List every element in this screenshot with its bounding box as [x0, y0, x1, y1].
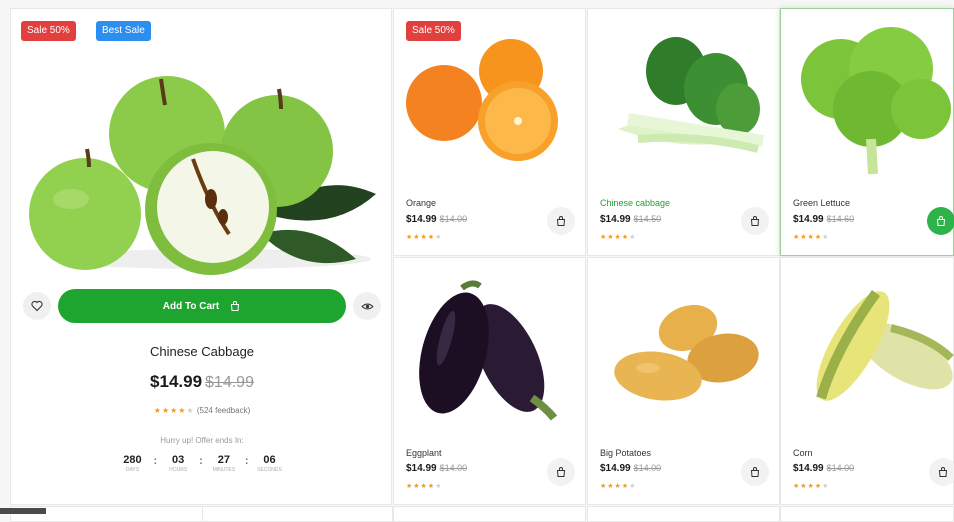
green-apples-image — [29, 76, 376, 275]
product-name[interactable]: Eggplant — [406, 448, 442, 458]
countdown-hours: 03 HOURS — [169, 454, 188, 473]
old-price: $14.99 — [205, 374, 254, 391]
add-to-cart-button[interactable]: Add To Cart — [58, 289, 346, 323]
product-price: $14.99 $14.00 — [406, 463, 468, 474]
star-rating: ★★★★★ — [793, 483, 830, 490]
featured-product-name[interactable]: Chinese Cabbage — [11, 344, 393, 359]
corner-strip — [0, 508, 46, 514]
add-to-cart-label: Add To Cart — [162, 300, 220, 312]
product-card-orange[interactable]: Sale 50% Orange $14.99 $14.00 ★★★★★ — [393, 8, 586, 256]
product-price: $14.99 $14.60 — [793, 214, 855, 225]
star-rating: ★★★★★ — [793, 234, 830, 241]
bag-icon — [936, 216, 946, 226]
product-name[interactable]: Orange — [406, 198, 436, 208]
product-card-big-potatoes[interactable]: Big Potatoes $14.99 $14.00 ★★★★★ — [587, 257, 780, 505]
star-rating: ★★★★ — [153, 406, 187, 415]
bag-icon — [750, 467, 760, 477]
next-row-card — [587, 506, 780, 522]
product-price: $14.99 $14.00 — [600, 463, 662, 474]
chinese-cabbage-image — [618, 37, 764, 153]
add-to-cart-button[interactable] — [741, 458, 769, 486]
bag-icon — [750, 216, 760, 226]
green-lettuce-image — [801, 27, 951, 175]
bag-icon — [556, 467, 566, 477]
star-empty: ★ — [186, 406, 195, 415]
product-price: $14.99 $14.00 — [793, 463, 855, 474]
product-grid: Sale 50% Best Sale Add To Cart Chinese C… — [10, 8, 954, 522]
colon-separator: : — [153, 455, 158, 467]
featured-product-card[interactable]: Sale 50% Best Sale Add To Cart Chinese C… — [10, 8, 392, 505]
colon-separator: : — [199, 455, 203, 467]
add-to-cart-button[interactable] — [547, 458, 575, 486]
add-to-cart-button[interactable] — [741, 207, 769, 235]
countdown-days: 280 DAYS — [123, 454, 142, 473]
quick-view-button[interactable] — [353, 292, 381, 320]
heart-icon — [31, 300, 43, 312]
bag-icon — [938, 467, 948, 477]
product-price: $14.99 $14.50 — [600, 214, 662, 225]
potatoes-image — [614, 304, 759, 401]
next-row-card — [780, 506, 954, 522]
bag-icon — [556, 216, 566, 226]
countdown-seconds: 06 SECONDS — [257, 454, 282, 473]
product-price: $14.99 $14.00 — [406, 214, 468, 225]
star-rating: ★★★★★ — [406, 234, 443, 241]
feedback-count: (524 feedback) — [196, 406, 251, 415]
wishlist-button[interactable] — [23, 292, 51, 320]
add-to-cart-button[interactable] — [547, 207, 575, 235]
eggplant-image — [419, 280, 558, 421]
orange-image — [406, 39, 558, 161]
product-card-green-lettuce[interactable]: Green Lettuce $14.99 $14.60 ★★★★★ — [780, 8, 954, 256]
current-price: $14.99 — [150, 372, 203, 391]
rating-row: ★★★★★ (524 feedback) — [11, 406, 393, 415]
product-card-chinese-cabbage[interactable]: Chinese cabbage $14.99 $14.50 ★★★★★ — [587, 8, 780, 256]
star-rating: ★★★★★ — [600, 483, 637, 490]
product-card-eggplant[interactable]: Eggplant $14.99 $14.00 ★★★★★ — [393, 257, 586, 505]
bag-icon — [231, 301, 240, 311]
product-name[interactable]: Corn — [793, 448, 813, 458]
product-card-corn[interactable]: Corn $14.99 $14.00 ★★★★★ — [780, 257, 954, 505]
colon-separator: : — [244, 455, 249, 467]
add-to-cart-button[interactable] — [927, 207, 954, 235]
countdown-timer: 280 DAYS : 03 HOURS : 27 MINUTES : 06 SECOND… — [101, 454, 301, 473]
corn-image — [816, 290, 954, 401]
eye-icon — [360, 303, 374, 309]
star-rating: ★★★★★ — [600, 234, 637, 241]
offer-ends-text: Hurry up! Offer ends In: — [160, 436, 244, 445]
next-row-card — [393, 506, 586, 522]
star-rating: ★★★★★ — [406, 483, 443, 490]
featured-price: $14.99 $14.99 — [11, 372, 393, 392]
product-name[interactable]: Green Lettuce — [793, 198, 850, 208]
countdown-minutes: 27 MINUTES — [212, 454, 236, 473]
product-name[interactable]: Chinese cabbage — [600, 198, 670, 208]
product-name[interactable]: Big Potatoes — [600, 448, 651, 458]
add-to-cart-button[interactable] — [929, 458, 954, 486]
next-row-card — [202, 506, 393, 522]
